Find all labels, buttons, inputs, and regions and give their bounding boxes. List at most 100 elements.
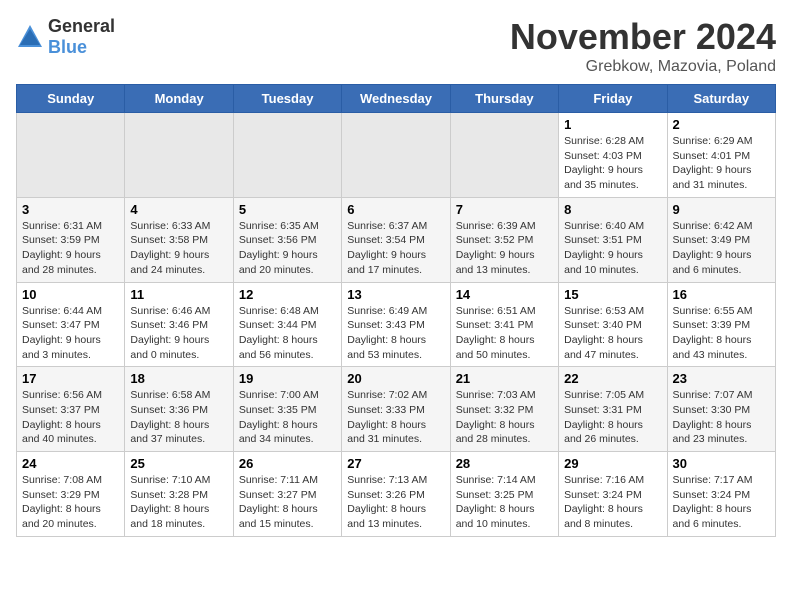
day-info: Sunrise: 6:40 AMSunset: 3:51 PMDaylight:… <box>564 219 661 278</box>
day-info: Sunrise: 6:42 AMSunset: 3:49 PMDaylight:… <box>673 219 770 278</box>
day-info: Sunrise: 6:46 AMSunset: 3:46 PMDaylight:… <box>130 304 227 363</box>
day-info: Sunrise: 6:56 AMSunset: 3:37 PMDaylight:… <box>22 388 119 447</box>
calendar-cell: 7Sunrise: 6:39 AMSunset: 3:52 PMDaylight… <box>450 197 558 282</box>
day-number: 12 <box>239 287 336 302</box>
day-info: Sunrise: 6:48 AMSunset: 3:44 PMDaylight:… <box>239 304 336 363</box>
day-info: Sunrise: 7:10 AMSunset: 3:28 PMDaylight:… <box>130 473 227 532</box>
day-info: Sunrise: 7:00 AMSunset: 3:35 PMDaylight:… <box>239 388 336 447</box>
calendar-cell: 4 Sunrise: 6:33 AMSunset: 3:58 PMDaylight… <box>125 197 233 282</box>
calendar-cell: 25 Sunrise: 7:10 AMSunset: 3:28 PMDayligh… <box>125 452 233 537</box>
logo-blue: Blue <box>48 37 87 57</box>
header: General Blue November 2024 Grebkow, Mazo… <box>16 16 776 76</box>
day-info: Sunrise: 6:28 AMSunset: 4:03 PMDaylight:… <box>564 134 661 193</box>
title-area: November 2024 Grebkow, Mazovia, Poland <box>510 16 776 76</box>
day-number: 8 <box>564 202 661 217</box>
day-info: Sunrise: 6:35 AMSunset: 3:56 PMDaylight:… <box>239 219 336 278</box>
calendar: SundayMondayTuesdayWednesdayThursdayFrid… <box>16 84 776 537</box>
calendar-cell: 29Sunrise: 7:16 AMSunset: 3:24 PMDayligh… <box>559 452 667 537</box>
day-number: 4 <box>130 202 227 217</box>
calendar-cell: 26 Sunrise: 7:11 AMSunset: 3:27 PMDayligh… <box>233 452 341 537</box>
day-number: 14 <box>456 287 553 302</box>
calendar-header-row: SundayMondayTuesdayWednesdayThursdayFrid… <box>17 85 776 113</box>
day-number: 5 <box>239 202 336 217</box>
calendar-cell <box>233 113 341 198</box>
day-number: 24 <box>22 456 119 471</box>
calendar-week-row: 1 Sunrise: 6:28 AMSunset: 4:03 PMDaylight… <box>17 113 776 198</box>
calendar-cell: 5 Sunrise: 6:35 AMSunset: 3:56 PMDaylight… <box>233 197 341 282</box>
day-number: 30 <box>673 456 770 471</box>
calendar-cell: 16Sunrise: 6:55 AMSunset: 3:39 PMDayligh… <box>667 282 775 367</box>
location-title: Grebkow, Mazovia, Poland <box>510 58 776 76</box>
logo: General Blue <box>16 16 115 58</box>
day-number: 10 <box>22 287 119 302</box>
day-info: Sunrise: 6:44 AMSunset: 3:47 PMDaylight:… <box>22 304 119 363</box>
day-of-week-header: Sunday <box>17 85 125 113</box>
day-info: Sunrise: 6:29 AMSunset: 4:01 PMDaylight:… <box>673 134 770 193</box>
day-info: Sunrise: 6:31 AMSunset: 3:59 PMDaylight:… <box>22 219 119 278</box>
day-info: Sunrise: 6:49 AMSunset: 3:43 PMDaylight:… <box>347 304 444 363</box>
day-number: 28 <box>456 456 553 471</box>
day-number: 21 <box>456 371 553 386</box>
calendar-cell: 8 Sunrise: 6:40 AMSunset: 3:51 PMDaylight… <box>559 197 667 282</box>
day-info: Sunrise: 7:14 AMSunset: 3:25 PMDaylight:… <box>456 473 553 532</box>
day-number: 6 <box>347 202 444 217</box>
day-info: Sunrise: 7:03 AMSunset: 3:32 PMDaylight:… <box>456 388 553 447</box>
day-number: 11 <box>130 287 227 302</box>
calendar-cell: 20 Sunrise: 7:02 AMSunset: 3:33 PMDayligh… <box>342 367 450 452</box>
day-of-week-header: Thursday <box>450 85 558 113</box>
calendar-cell: 1 Sunrise: 6:28 AMSunset: 4:03 PMDaylight… <box>559 113 667 198</box>
calendar-cell: 21 Sunrise: 7:03 AMSunset: 3:32 PMDayligh… <box>450 367 558 452</box>
day-info: Sunrise: 7:05 AMSunset: 3:31 PMDaylight:… <box>564 388 661 447</box>
calendar-cell: 11 Sunrise: 6:46 AMSunset: 3:46 PMDayligh… <box>125 282 233 367</box>
logo-general: General <box>48 16 115 36</box>
day-number: 1 <box>564 117 661 132</box>
day-number: 15 <box>564 287 661 302</box>
day-of-week-header: Friday <box>559 85 667 113</box>
calendar-cell: 13 Sunrise: 6:49 AMSunset: 3:43 PMDayligh… <box>342 282 450 367</box>
day-number: 19 <box>239 371 336 386</box>
logo-icon <box>16 23 44 51</box>
day-of-week-header: Saturday <box>667 85 775 113</box>
day-number: 9 <box>673 202 770 217</box>
day-info: Sunrise: 7:08 AMSunset: 3:29 PMDaylight:… <box>22 473 119 532</box>
calendar-cell: 28 Sunrise: 7:14 AMSunset: 3:25 PMDayligh… <box>450 452 558 537</box>
calendar-week-row: 10 Sunrise: 6:44 AMSunset: 3:47 PMDayligh… <box>17 282 776 367</box>
calendar-cell: 10 Sunrise: 6:44 AMSunset: 3:47 PMDayligh… <box>17 282 125 367</box>
day-info: Sunrise: 6:51 AMSunset: 3:41 PMDaylight:… <box>456 304 553 363</box>
calendar-cell: 30Sunrise: 7:17 AMSunset: 3:24 PMDayligh… <box>667 452 775 537</box>
day-info: Sunrise: 7:13 AMSunset: 3:26 PMDaylight:… <box>347 473 444 532</box>
calendar-cell: 19 Sunrise: 7:00 AMSunset: 3:35 PMDayligh… <box>233 367 341 452</box>
calendar-cell: 3 Sunrise: 6:31 AMSunset: 3:59 PMDaylight… <box>17 197 125 282</box>
calendar-cell <box>17 113 125 198</box>
calendar-cell <box>342 113 450 198</box>
day-info: Sunrise: 7:02 AMSunset: 3:33 PMDaylight:… <box>347 388 444 447</box>
day-info: Sunrise: 7:11 AMSunset: 3:27 PMDaylight:… <box>239 473 336 532</box>
calendar-cell: 18Sunrise: 6:58 AMSunset: 3:36 PMDayligh… <box>125 367 233 452</box>
day-number: 16 <box>673 287 770 302</box>
day-number: 2 <box>673 117 770 132</box>
day-number: 26 <box>239 456 336 471</box>
calendar-cell: 2 Sunrise: 6:29 AMSunset: 4:01 PMDaylight… <box>667 113 775 198</box>
calendar-cell: 23Sunrise: 7:07 AMSunset: 3:30 PMDayligh… <box>667 367 775 452</box>
calendar-cell <box>125 113 233 198</box>
day-number: 17 <box>22 371 119 386</box>
day-info: Sunrise: 6:39 AMSunset: 3:52 PMDaylight:… <box>456 219 553 278</box>
calendar-week-row: 17 Sunrise: 6:56 AMSunset: 3:37 PMDayligh… <box>17 367 776 452</box>
day-number: 27 <box>347 456 444 471</box>
day-info: Sunrise: 6:37 AMSunset: 3:54 PMDaylight:… <box>347 219 444 278</box>
calendar-cell: 17 Sunrise: 6:56 AMSunset: 3:37 PMDayligh… <box>17 367 125 452</box>
day-info: Sunrise: 6:33 AMSunset: 3:58 PMDaylight:… <box>130 219 227 278</box>
day-number: 25 <box>130 456 227 471</box>
calendar-week-row: 24 Sunrise: 7:08 AMSunset: 3:29 PMDayligh… <box>17 452 776 537</box>
day-number: 3 <box>22 202 119 217</box>
day-number: 22 <box>564 371 661 386</box>
day-number: 18 <box>130 371 227 386</box>
day-of-week-header: Monday <box>125 85 233 113</box>
day-number: 23 <box>673 371 770 386</box>
day-of-week-header: Wednesday <box>342 85 450 113</box>
day-info: Sunrise: 6:53 AMSunset: 3:40 PMDaylight:… <box>564 304 661 363</box>
calendar-cell: 6 Sunrise: 6:37 AMSunset: 3:54 PMDaylight… <box>342 197 450 282</box>
calendar-cell: 15 Sunrise: 6:53 AMSunset: 3:40 PMDayligh… <box>559 282 667 367</box>
day-number: 20 <box>347 371 444 386</box>
day-number: 13 <box>347 287 444 302</box>
